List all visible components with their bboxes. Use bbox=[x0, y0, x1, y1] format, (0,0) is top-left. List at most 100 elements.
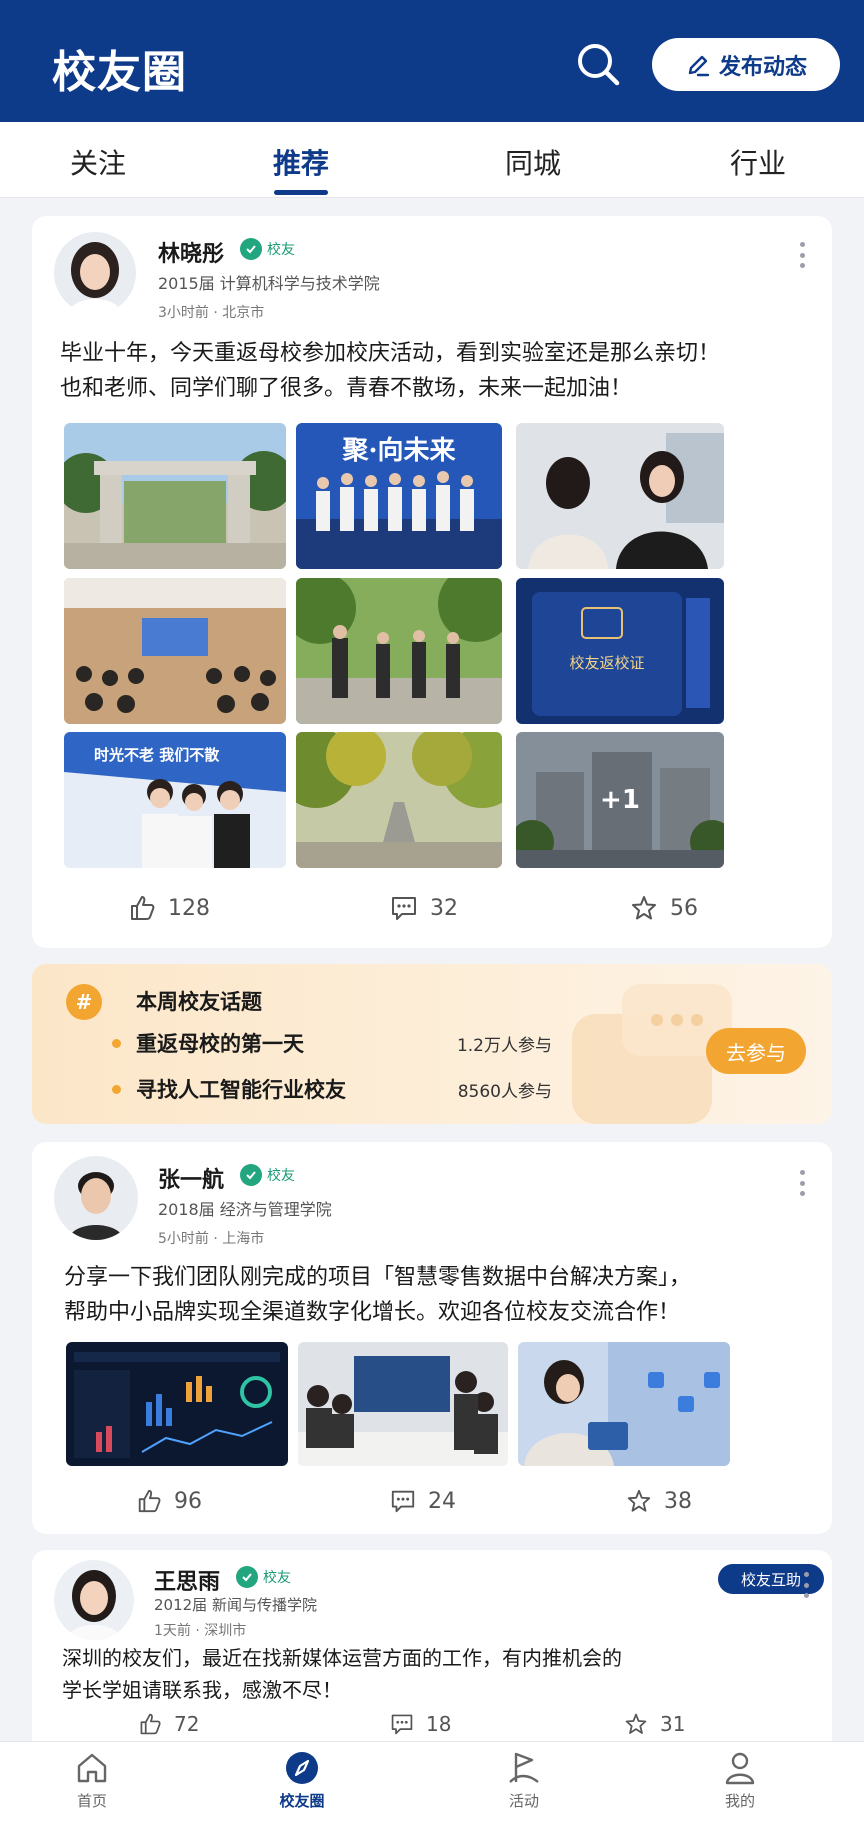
topics-title: 本周校友话题 bbox=[136, 990, 262, 1014]
post-card: 张一航 校友 2018届 经济与管理学院 5小时前 · 上海市 分享一下我们团队… bbox=[32, 1142, 832, 1534]
tab-recommend[interactable]: 推荐 bbox=[273, 142, 329, 182]
like-button[interactable]: 128 bbox=[128, 894, 210, 922]
post-image[interactable] bbox=[518, 1342, 730, 1466]
comment-count: 18 bbox=[426, 1712, 452, 1736]
post-image[interactable] bbox=[296, 578, 502, 724]
page-title: 校友圈 bbox=[52, 47, 187, 98]
check-icon bbox=[236, 1566, 258, 1588]
badge-label: 校友 bbox=[267, 242, 295, 258]
comment-count: 24 bbox=[428, 1488, 456, 1514]
like-button[interactable]: 72 bbox=[138, 1712, 199, 1736]
topic-count: 1.2万人参与 bbox=[456, 1036, 552, 1056]
flag-icon bbox=[509, 1752, 539, 1783]
banner-text: 时光不老 我们不散 bbox=[94, 746, 220, 764]
favorite-count: 38 bbox=[664, 1488, 692, 1514]
post-image[interactable]: +1 bbox=[516, 732, 724, 868]
active-tab-indicator bbox=[274, 190, 328, 195]
post-text-line1: 深圳的校友们，最近在找新媒体运营方面的工作，有内推机会的 bbox=[62, 1646, 622, 1670]
nav-alumni-circle[interactable]: 校友圈 bbox=[242, 1750, 362, 1811]
avatar[interactable] bbox=[54, 232, 136, 314]
like-count: 128 bbox=[168, 895, 210, 921]
user-icon bbox=[725, 1752, 755, 1785]
comment-button[interactable]: 24 bbox=[390, 1488, 456, 1514]
thumbs-up-icon bbox=[131, 896, 155, 920]
feed-tabs: 关注 推荐 同城 行业 bbox=[0, 122, 864, 198]
more-icon[interactable] bbox=[798, 242, 806, 268]
post-time: 1天前 · 深圳市 bbox=[154, 1623, 247, 1639]
user-name[interactable]: 林晓彤 bbox=[158, 236, 224, 268]
post-time: 3小时前 · 北京市 bbox=[158, 305, 265, 321]
post-image[interactable] bbox=[64, 578, 286, 724]
nav-label: 活动 bbox=[508, 1792, 539, 1810]
topic-count: 8560人参与 bbox=[457, 1082, 552, 1102]
star-icon bbox=[625, 1713, 647, 1734]
like-count: 72 bbox=[174, 1712, 200, 1736]
verified-badge: 校友 bbox=[236, 1566, 291, 1588]
nav-activity[interactable]: 活动 bbox=[464, 1750, 584, 1811]
favorite-count: 31 bbox=[660, 1712, 686, 1736]
tab-industry[interactable]: 行业 bbox=[730, 142, 786, 182]
post-time: 5小时前 · 上海市 bbox=[158, 1231, 265, 1247]
badge-label: 校友 bbox=[267, 1168, 295, 1184]
post-image[interactable] bbox=[66, 1342, 288, 1466]
like-button[interactable]: 96 bbox=[136, 1488, 202, 1514]
star-icon bbox=[632, 896, 656, 920]
like-count: 96 bbox=[174, 1488, 202, 1514]
nav-profile[interactable]: 我的 bbox=[680, 1750, 800, 1811]
post-image[interactable]: 聚·向未来 bbox=[296, 423, 502, 569]
post-image[interactable] bbox=[64, 423, 286, 569]
post-text-line2: 也和老师、同学们聊了很多。青春不散场，未来一起加油！ bbox=[60, 376, 633, 401]
compass-icon bbox=[286, 1752, 318, 1784]
bottom-nav: 首页 校友圈 活动 我的 bbox=[0, 1741, 864, 1821]
app-header: 校友圈 发布动态 bbox=[0, 0, 864, 122]
thumbs-up-icon bbox=[138, 1489, 161, 1513]
favorite-button[interactable]: 38 bbox=[626, 1488, 692, 1514]
user-name[interactable]: 张一航 bbox=[158, 1162, 224, 1194]
favorite-button[interactable]: 56 bbox=[630, 894, 698, 922]
user-info: 2015届 计算机科学与技术学院 bbox=[158, 274, 380, 293]
more-icon[interactable] bbox=[802, 1572, 810, 1598]
banner-text: 聚·向未来 bbox=[341, 435, 456, 466]
comment-icon bbox=[391, 1490, 415, 1513]
comment-button[interactable]: 32 bbox=[390, 894, 458, 922]
post-image[interactable]: 时光不老 我们不散 bbox=[64, 732, 286, 868]
tab-follow[interactable]: 关注 bbox=[70, 142, 126, 182]
post-text-line1: 毕业十年，今天重返母校参加校庆活动，看到实验室还是那么亲切！ bbox=[60, 341, 721, 366]
publish-label: 发布动态 bbox=[718, 54, 807, 80]
avatar[interactable] bbox=[54, 1156, 138, 1240]
avatar[interactable] bbox=[54, 1560, 134, 1640]
topic-item[interactable]: 寻找人工智能行业校友 8560人参与 bbox=[112, 1074, 552, 1104]
join-topic-button[interactable]: 去参与 bbox=[706, 1028, 806, 1074]
topic-name: 寻找人工智能行业校友 bbox=[136, 1078, 346, 1102]
more-images-count: +1 bbox=[600, 785, 640, 815]
topic-name: 重返母校的第一天 bbox=[136, 1032, 304, 1056]
tab-same-city[interactable]: 同城 bbox=[505, 142, 561, 182]
comment-icon bbox=[391, 1714, 413, 1735]
post-card: 林晓彤 校友 2015届 计算机科学与技术学院 3小时前 · 北京市 毕业十年，… bbox=[32, 216, 832, 948]
favorite-button[interactable]: 31 bbox=[624, 1712, 685, 1736]
verified-badge: 校友 bbox=[240, 238, 295, 260]
search-icon[interactable] bbox=[574, 40, 622, 88]
comment-icon bbox=[392, 897, 416, 920]
post-image[interactable] bbox=[516, 423, 724, 569]
user-name[interactable]: 王思雨 bbox=[154, 1564, 220, 1596]
post-image[interactable] bbox=[298, 1342, 508, 1466]
badge-label: 校友 bbox=[263, 1570, 291, 1586]
publish-button[interactable]: 发布动态 bbox=[652, 38, 840, 91]
post-text-line2: 帮助中小品牌实现全渠道数字化增长。欢迎各位校友交流合作！ bbox=[64, 1300, 681, 1325]
topic-item[interactable]: 重返母校的第一天 1.2万人参与 bbox=[112, 1028, 552, 1058]
user-info: 2018届 经济与管理学院 bbox=[158, 1200, 332, 1219]
nav-home[interactable]: 首页 bbox=[32, 1750, 152, 1811]
favorite-count: 56 bbox=[670, 895, 698, 921]
comment-button[interactable]: 18 bbox=[390, 1712, 451, 1736]
card-text: 校友返校证 bbox=[569, 654, 644, 672]
more-icon[interactable] bbox=[798, 1170, 806, 1196]
post-text-line1: 分享一下我们团队刚完成的项目「智慧零售数据中台解决方案」， bbox=[64, 1265, 692, 1290]
star-icon bbox=[627, 1489, 651, 1512]
home-icon bbox=[77, 1753, 107, 1783]
check-icon bbox=[240, 238, 262, 260]
user-info: 2012届 新闻与传播学院 bbox=[154, 1596, 317, 1614]
post-image[interactable]: 校友返校证 bbox=[516, 578, 724, 724]
post-image[interactable] bbox=[296, 732, 502, 868]
thumbs-up-icon bbox=[140, 1713, 161, 1735]
